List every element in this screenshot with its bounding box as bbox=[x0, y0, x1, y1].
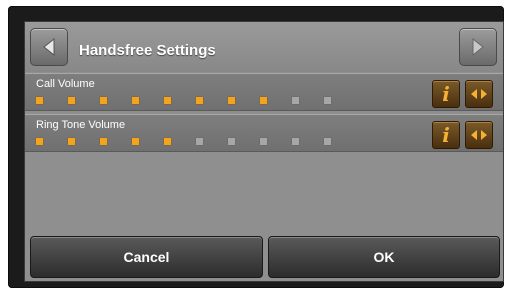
volume-step-inactive[interactable] bbox=[260, 138, 267, 145]
info-button[interactable]: i bbox=[432, 121, 460, 149]
volume-step-active[interactable] bbox=[68, 138, 75, 145]
setting-label: Call Volume bbox=[36, 78, 95, 90]
volume-step-active[interactable] bbox=[132, 138, 139, 145]
ok-button[interactable]: OK bbox=[268, 236, 500, 278]
volume-step-active[interactable] bbox=[228, 97, 235, 104]
volume-step-inactive[interactable] bbox=[228, 138, 235, 145]
volume-step-inactive[interactable] bbox=[292, 138, 299, 145]
volume-step-active[interactable] bbox=[36, 138, 43, 145]
settings-screen: Handsfree Settings Call Volume i Ring To… bbox=[24, 21, 504, 282]
info-icon: i bbox=[442, 82, 450, 106]
volume-step-inactive[interactable] bbox=[292, 97, 299, 104]
left-right-arrows-icon bbox=[471, 89, 487, 99]
volume-level-indicator[interactable] bbox=[36, 138, 346, 146]
header-bar: Handsfree Settings bbox=[25, 22, 503, 72]
volume-step-inactive[interactable] bbox=[324, 138, 331, 145]
cancel-button[interactable]: Cancel bbox=[30, 236, 263, 278]
setting-row-ring-tone-volume[interactable]: Ring Tone Volume i bbox=[25, 114, 503, 152]
volume-step-active[interactable] bbox=[164, 97, 171, 104]
arrow-right-icon bbox=[472, 37, 484, 57]
left-right-arrows-icon bbox=[471, 130, 487, 140]
volume-step-active[interactable] bbox=[68, 97, 75, 104]
volume-step-active[interactable] bbox=[100, 97, 107, 104]
setting-label: Ring Tone Volume bbox=[36, 119, 126, 131]
volume-step-active[interactable] bbox=[36, 97, 43, 104]
setting-row-call-volume[interactable]: Call Volume i bbox=[25, 73, 503, 111]
adjust-button[interactable] bbox=[465, 121, 493, 149]
arrow-left-icon bbox=[43, 37, 55, 57]
volume-step-active[interactable] bbox=[164, 138, 171, 145]
volume-step-active[interactable] bbox=[196, 97, 203, 104]
volume-level-indicator[interactable] bbox=[36, 97, 346, 105]
volume-step-active[interactable] bbox=[100, 138, 107, 145]
info-button[interactable]: i bbox=[432, 80, 460, 108]
adjust-button[interactable] bbox=[465, 80, 493, 108]
info-icon: i bbox=[442, 123, 450, 147]
volume-step-active[interactable] bbox=[132, 97, 139, 104]
forward-button[interactable] bbox=[459, 28, 497, 66]
volume-step-active[interactable] bbox=[260, 97, 267, 104]
volume-step-inactive[interactable] bbox=[196, 138, 203, 145]
volume-step-inactive[interactable] bbox=[324, 97, 331, 104]
page-title: Handsfree Settings bbox=[79, 42, 216, 59]
back-button[interactable] bbox=[30, 28, 68, 66]
